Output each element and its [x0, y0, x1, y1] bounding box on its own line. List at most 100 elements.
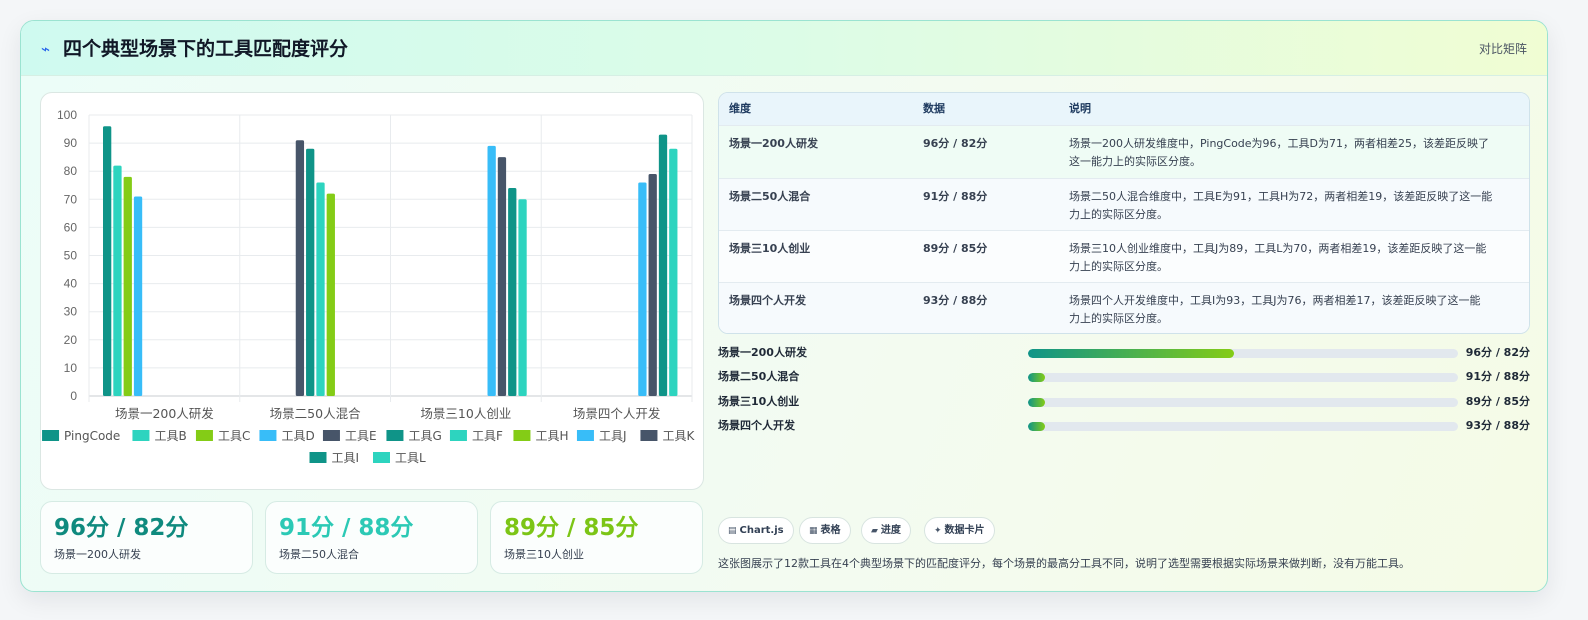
bar — [123, 176, 132, 396]
table-row: 场景二50人混合 91分 / 88分 场景二50人混合维度中，工具E为91，工具… — [719, 178, 1529, 230]
stat-value: 89分 / 85分 — [504, 515, 639, 541]
table-header-description: 说明 — [1069, 102, 1091, 115]
table-row: 场景一200人研发 96分 / 82分 场景一200人研发维度中，PingCod… — [719, 125, 1529, 178]
bar — [326, 193, 335, 396]
legend-swatch — [449, 430, 467, 441]
legend-label: 工具F — [472, 429, 503, 443]
legend-swatch — [322, 430, 340, 441]
progress-track — [1028, 398, 1458, 407]
card-header: ⌁ 四个典型场景下的工具匹配度评分 对比矩阵 — [21, 21, 1547, 76]
lightning-icon: ⌁ — [41, 40, 51, 58]
legend-label: 工具D — [281, 429, 314, 443]
chart-icon: ▤ — [728, 526, 737, 536]
chip-label: 数据卡片 — [944, 525, 985, 536]
bar — [648, 174, 657, 396]
description-line: 这一能力上的实际区分度。 — [1069, 155, 1201, 168]
progress-icon: ▰ — [871, 526, 878, 536]
chip-table[interactable]: ▦ 表格 — [799, 517, 851, 544]
stat-value: 96分 / 82分 — [54, 515, 189, 541]
comparison-table: 维度 数据 说明 场景一200人研发 96分 / 82分 场景一200人研发维度… — [718, 92, 1530, 334]
legend-swatch — [373, 452, 390, 463]
bar — [316, 182, 325, 396]
chip-label: 进度 — [880, 525, 901, 536]
legend-swatch — [42, 430, 60, 441]
progress-fill — [1028, 398, 1046, 407]
progress-label: 场景三10人创业 — [718, 395, 800, 408]
chip-progress[interactable]: ▰ 进度 — [861, 517, 911, 544]
table-cell-dimension: 场景三10人创业 — [729, 242, 811, 255]
stat-card-1: 96分 / 82分 场景一200人研发 — [40, 501, 253, 574]
progress-value: 93分 / 88分 — [1465, 419, 1530, 432]
legend-swatch — [513, 430, 531, 441]
header-tag: 对比矩阵 — [1478, 42, 1527, 56]
progress-track — [1028, 422, 1458, 431]
chip-data-card[interactable]: ✦ 数据卡片 — [924, 517, 995, 544]
table-cell-dimension: 场景四个人开发 — [729, 294, 806, 307]
description-line: 力上的实际区分度。 — [1069, 260, 1168, 273]
bar — [497, 157, 507, 396]
description-line: 场景一200人研发维度中，PingCode为96，工具D为71，两者相差25，该… — [1069, 137, 1490, 150]
stat-card-3: 89分 / 85分 场景三10人创业 — [490, 501, 703, 574]
progress-value: 89分 / 85分 — [1465, 395, 1530, 408]
stat-value: 91分 / 88分 — [279, 515, 414, 541]
progress-label: 场景二50人混合 — [718, 370, 800, 383]
progress-row: 场景三10人创业 89分 / 85分 — [718, 392, 1530, 412]
legend-label: 工具I — [332, 451, 360, 465]
legend-label: PingCode — [64, 429, 120, 443]
legend-swatch — [640, 430, 658, 441]
table-cell-description: 场景二50人混合维度中，工具E为91，工具H为72，两者相差19，该差距反映了这… — [1069, 188, 1523, 224]
bar — [638, 182, 647, 396]
table-header-dimension: 维度 — [729, 102, 751, 115]
table-cell-description: 场景四个人开发维度中，工具I为93，工具J为76，两者相差17，该差距反映了这一… — [1069, 292, 1523, 328]
stat-label: 场景一200人研发 — [54, 548, 141, 561]
progress-row: 场景二50人混合 91分 / 88分 — [718, 367, 1530, 387]
progress-track — [1028, 373, 1458, 382]
legend-swatch — [259, 430, 277, 441]
chip-label: Chart.js — [739, 525, 784, 536]
legend-label: 工具E — [345, 429, 377, 443]
progress-value: 91分 / 88分 — [1465, 370, 1530, 383]
description-line: 场景三10人创业维度中，工具J为89，工具L为70，两者相差19，该差距反映了这… — [1069, 242, 1487, 255]
x-tick-label: 场景三10人创业 — [420, 406, 511, 421]
description-line: 场景四个人开发维度中，工具I为93，工具J为76，两者相差17，该差距反映了这一… — [1069, 294, 1481, 307]
stat-card-2: 91分 / 88分 场景二50人混合 — [265, 501, 478, 574]
x-tick-label: 场景二50人混合 — [270, 406, 361, 421]
progress-label: 场景四个人开发 — [718, 419, 795, 432]
description-line: 力上的实际区分度。 — [1069, 208, 1168, 221]
bar — [103, 126, 112, 397]
bar-chart: 0 10 20 30 40 50 60 70 80 90 100 场景一200人研发 场景二50人混合 场… — [42, 108, 695, 465]
y-tick-label: 40 — [64, 277, 78, 291]
y-tick-label: 80 — [64, 164, 78, 178]
y-tick-label: 10 — [64, 361, 78, 375]
progress-row: 场景四个人开发 93分 / 88分 — [718, 416, 1530, 436]
legend-swatch — [195, 430, 213, 441]
legend-swatch — [576, 430, 594, 441]
table-header-row: 维度 数据 说明 — [719, 93, 1529, 125]
chip-chartjs[interactable]: ▤ Chart.js — [718, 517, 794, 544]
progress-fill — [1028, 373, 1046, 382]
sparkle-icon: ✦ — [934, 526, 942, 536]
legend-label: 工具K — [662, 429, 695, 443]
table-cell-data: 96分 / 82分 — [923, 137, 988, 150]
bar — [133, 196, 143, 396]
legend-swatch — [309, 452, 327, 463]
legend-label: 工具G — [408, 429, 441, 443]
stat-label: 场景二50人混合 — [279, 548, 359, 561]
progress-row: 场景一200人研发 96分 / 82分 — [718, 343, 1530, 363]
x-tick-label: 场景四个人开发 — [573, 406, 661, 421]
legend-label: 工具J — [599, 429, 627, 443]
y-tick-label: 60 — [64, 220, 78, 234]
table-cell-description: 场景一200人研发维度中，PingCode为96，工具D为71，两者相差25，该… — [1069, 135, 1523, 171]
y-tick-label: 20 — [64, 333, 78, 347]
progress-label: 场景一200人研发 — [718, 346, 807, 359]
main-card: ⌁ 四个典型场景下的工具匹配度评分 对比矩阵 0 10 20 30 40 50 60 70 80… — [20, 20, 1548, 592]
y-tick-label: 0 — [70, 389, 77, 403]
bar-chart-panel: 0 10 20 30 40 50 60 70 80 90 100 场景一200人研发 场景二50人混合 场… — [40, 92, 704, 490]
progress-track — [1028, 349, 1458, 358]
y-tick-label: 30 — [64, 305, 78, 319]
table-cell-data: 89分 / 85分 — [923, 242, 988, 255]
table-row: 场景四个人开发 93分 / 88分 场景四个人开发维度中，工具I为93，工具J为… — [719, 282, 1529, 333]
table-cell-description: 场景三10人创业维度中，工具J为89，工具L为70，两者相差19，该差距反映了这… — [1069, 240, 1523, 276]
y-tick-label: 70 — [64, 192, 78, 206]
y-tick-label: 90 — [64, 136, 78, 150]
